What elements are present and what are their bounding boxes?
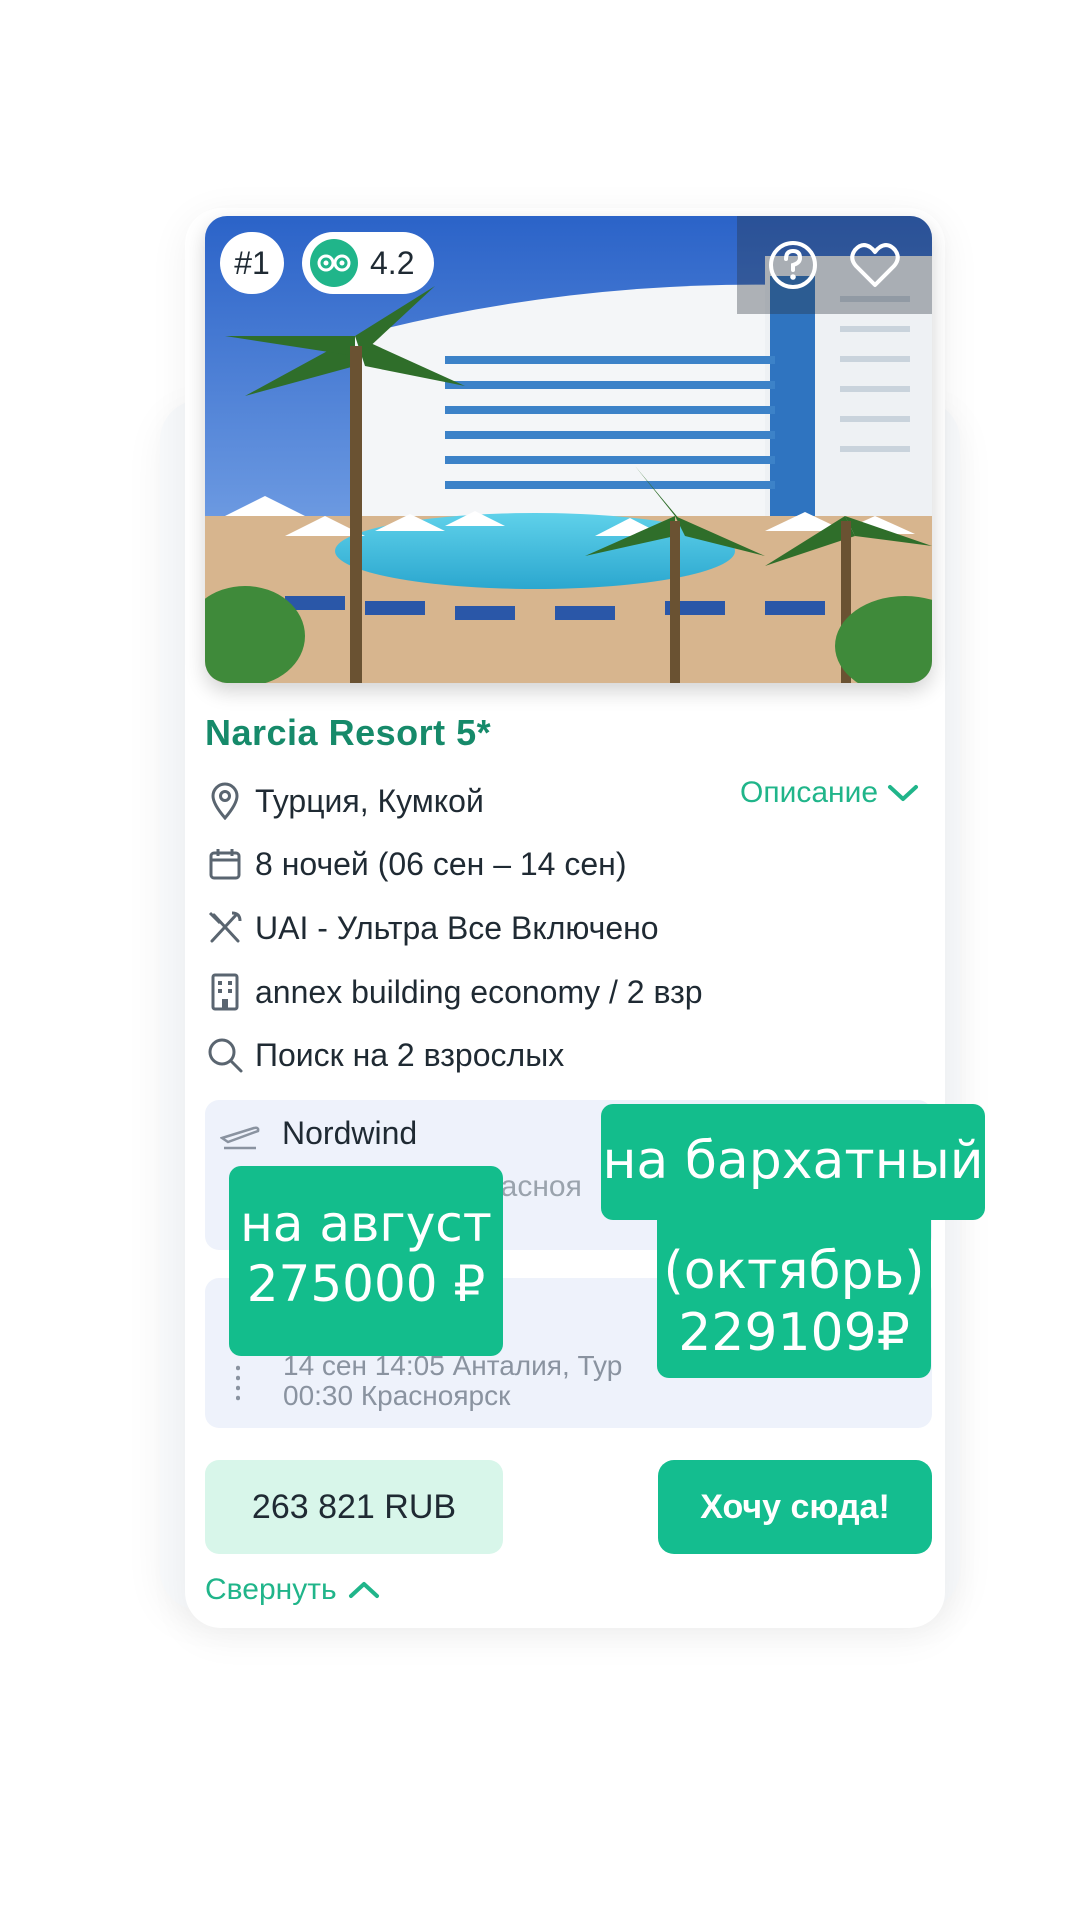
collapse-label: Свернуть: [205, 1573, 337, 1606]
velvet-month: (октябрь): [663, 1241, 925, 1301]
room-row: annex building economy / 2 взр: [205, 968, 703, 1016]
search-row: Поиск на 2 взрослых: [205, 1031, 564, 1079]
chevron-up-icon: [348, 1582, 379, 1598]
meal-text: UAI - Ультра Все Включено: [255, 909, 659, 946]
august-label: на август: [240, 1195, 492, 1253]
want-here-button[interactable]: Хочу сюда!: [658, 1460, 932, 1554]
tripadvisor-rating-badge[interactable]: 4.2: [302, 232, 434, 294]
location-row: Турция, Кумкой: [205, 777, 484, 825]
building-icon: [205, 972, 245, 1012]
velvet-label: на бархатный: [602, 1131, 984, 1191]
price-display: 263 821 RUB: [205, 1460, 503, 1554]
photo-actions-bar: [737, 216, 932, 314]
location-pin-icon: [205, 781, 245, 821]
plane-icon: [219, 1118, 260, 1155]
rating-value: 4.2: [370, 244, 415, 281]
calendar-icon: [205, 844, 245, 884]
description-link-label: Описание: [740, 776, 879, 809]
location-text: Турция, Кумкой: [255, 782, 484, 819]
velvet-season-annotation-bottom: (октябрь) 229109₽: [657, 1212, 931, 1378]
tripadvisor-icon: [310, 239, 358, 287]
return-arrival: 00:30 Красноярск: [283, 1380, 511, 1411]
chevron-down-icon: [888, 785, 919, 801]
august-price-annotation: на август 275000 ₽: [229, 1166, 503, 1356]
august-price: 275000 ₽: [246, 1255, 486, 1313]
route-dots: [236, 1363, 240, 1403]
dates-text: 8 ночей (06 сен – 14 сен): [255, 845, 627, 882]
velvet-price: 229109₽: [678, 1303, 910, 1364]
dates-row: 8 ночей (06 сен – 14 сен): [205, 840, 626, 888]
meal-row: UAI - Ультра Все Включено: [205, 904, 659, 952]
collapse-toggle[interactable]: Свернуть: [205, 1573, 381, 1607]
search-icon: [205, 1035, 245, 1075]
heart-icon[interactable]: [848, 238, 902, 292]
rank-badge: #1: [220, 232, 284, 294]
utensils-icon: [205, 908, 245, 948]
search-text: Поиск на 2 взрослых: [255, 1036, 565, 1073]
velvet-season-annotation-top: на бархатный: [601, 1104, 985, 1220]
description-toggle[interactable]: Описание: [740, 776, 920, 810]
question-icon[interactable]: [766, 238, 820, 292]
hotel-name[interactable]: Narcia Resort 5*: [205, 712, 491, 754]
airline-name: Nordwind: [282, 1115, 418, 1151]
room-text: annex building economy / 2 взр: [255, 973, 703, 1010]
rank-badge-text: #1: [234, 244, 270, 281]
